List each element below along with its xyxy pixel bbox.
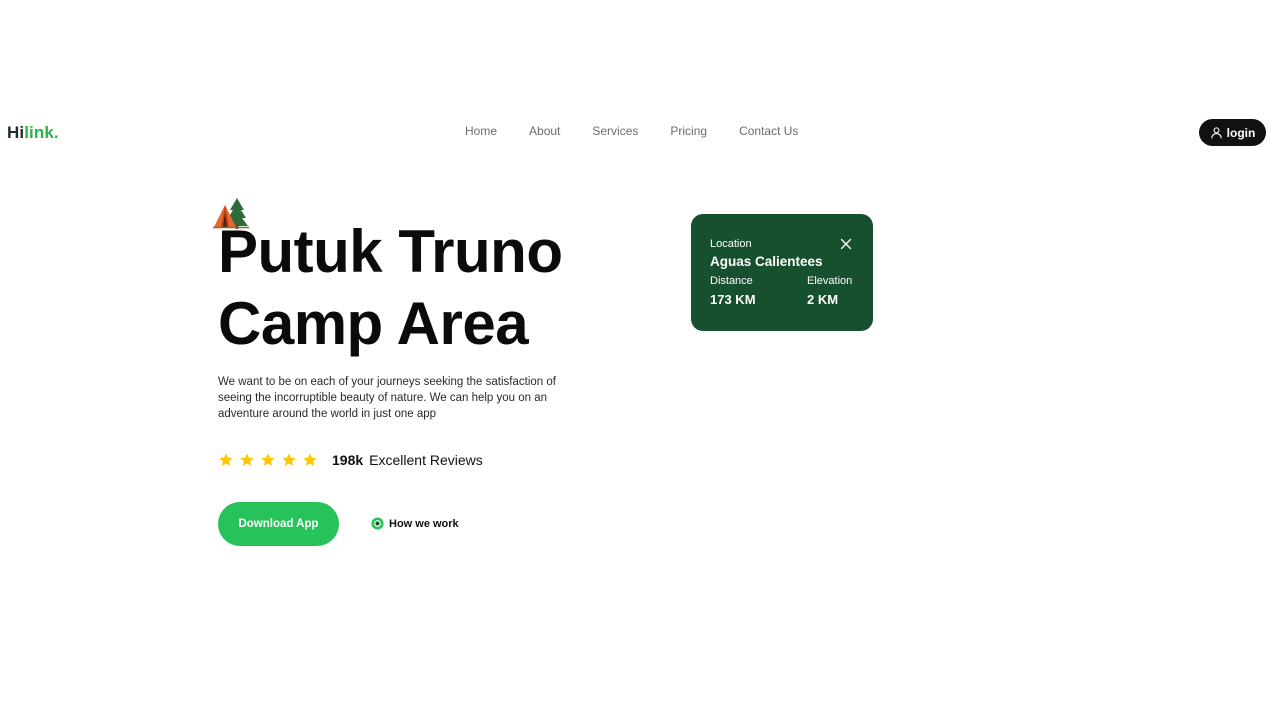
rating-count: 198k xyxy=(332,452,364,468)
page-title-line-1: Putuk Truno xyxy=(218,218,563,285)
close-icon[interactable] xyxy=(840,238,852,250)
brand-logo[interactable]: Hilink. xyxy=(7,123,59,143)
distance-stat: Distance 173 KM xyxy=(710,275,756,308)
hero-description: We want to be on each of your journeys s… xyxy=(218,376,556,420)
nav-item-home[interactable]: Home xyxy=(449,123,513,139)
login-label: login xyxy=(1226,125,1256,140)
nav-item-about[interactable]: About xyxy=(513,123,576,139)
elevation-label: Elevation xyxy=(807,275,853,287)
how-we-work-link[interactable]: How we work xyxy=(371,517,459,530)
location-card: Location Aguas Calientees Distance 173 K… xyxy=(691,214,873,331)
download-app-label: Download App xyxy=(238,518,319,530)
rating-stars xyxy=(218,452,318,468)
nav-item-contact-us[interactable]: Contact Us xyxy=(723,123,814,139)
star-icon xyxy=(302,452,318,468)
play-circle-icon xyxy=(371,517,384,530)
how-we-work-label: How we work xyxy=(389,517,459,530)
elevation-stat: Elevation 2 KM xyxy=(807,275,852,308)
main-nav: Home About Services Pricing Contact Us xyxy=(449,123,814,139)
star-icon xyxy=(218,452,234,468)
nav-item-pricing[interactable]: Pricing xyxy=(654,123,723,139)
download-app-button[interactable]: Download App xyxy=(218,502,339,546)
login-button[interactable]: login xyxy=(1199,119,1266,146)
distance-label: Distance xyxy=(710,275,753,287)
nav-item-services[interactable]: Services xyxy=(576,123,654,139)
brand-logo-prefix: Hi xyxy=(7,123,25,142)
distance-value: 173 KM xyxy=(710,292,756,307)
page-title-line-2: Camp Area xyxy=(218,290,529,357)
page-title: Putuk Truno Camp Area xyxy=(218,216,638,360)
brand-logo-suffix: link. xyxy=(24,123,59,142)
star-icon xyxy=(239,452,255,468)
elevation-value: 2 KM xyxy=(807,292,839,307)
star-icon xyxy=(260,452,276,468)
rating-summary: 198k Excellent Reviews xyxy=(218,452,483,468)
location-name: Aguas Calientees xyxy=(710,254,823,269)
rating-label: Excellent Reviews xyxy=(369,452,483,468)
user-icon xyxy=(1211,127,1222,139)
location-label: Location xyxy=(710,238,752,250)
star-icon xyxy=(281,452,297,468)
